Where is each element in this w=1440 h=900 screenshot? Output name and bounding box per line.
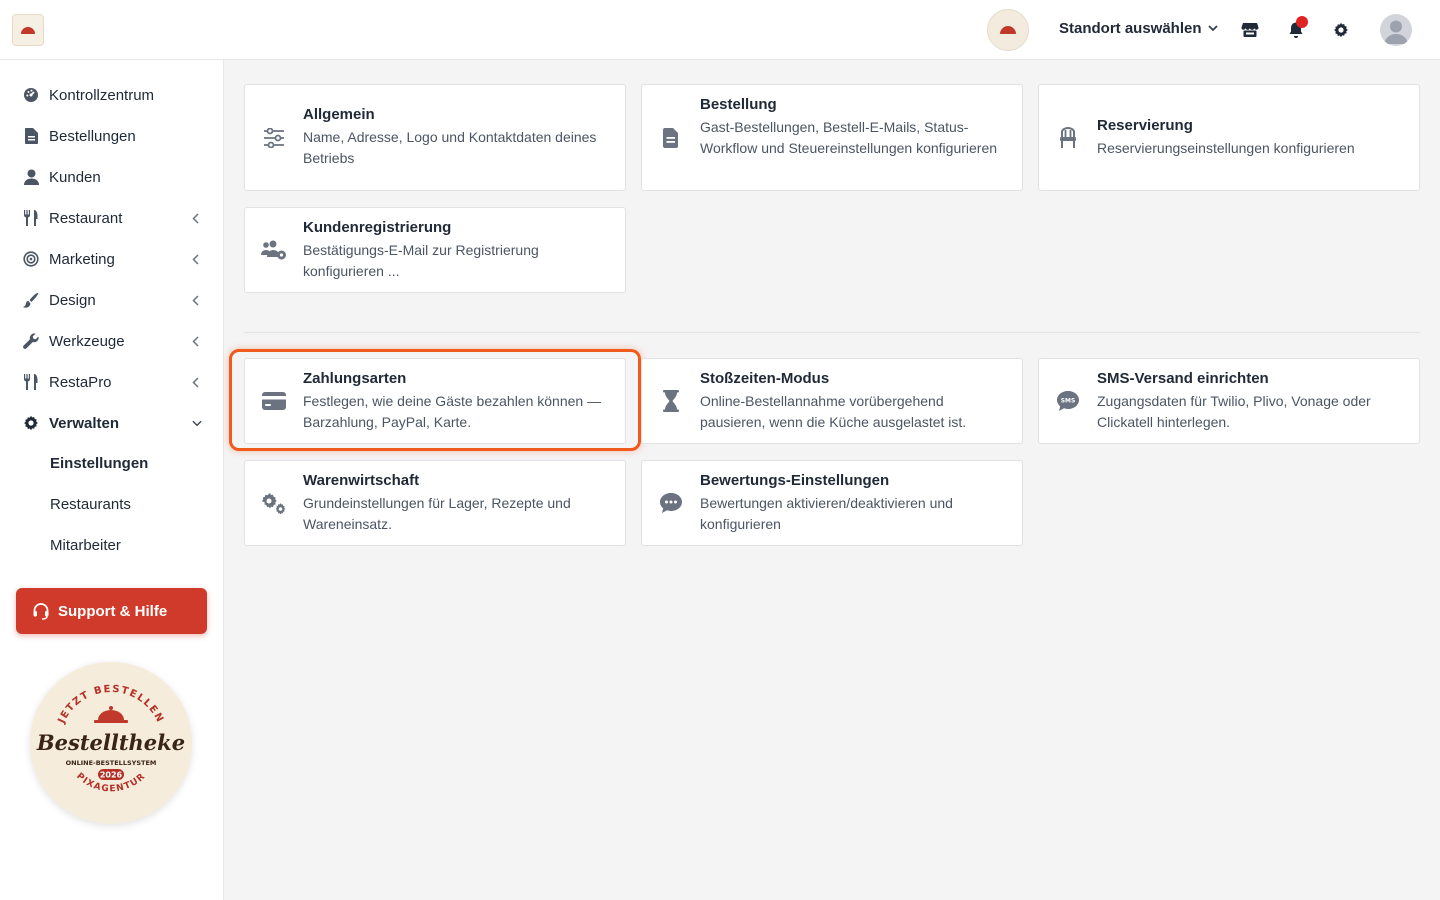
sidebar-item-label: Marketing — [49, 250, 115, 268]
sidebar-item-kontrollzentrum[interactable]: Kontrollzentrum — [0, 77, 224, 113]
headset-icon — [32, 602, 50, 620]
card-title: Allgemein — [303, 106, 375, 123]
sidebar-item-label: RestaPro — [49, 373, 112, 391]
notification-dot — [1296, 16, 1308, 28]
card-description: Bewertungen aktivieren/deaktivieren und … — [700, 495, 953, 532]
brush-icon — [22, 291, 40, 309]
target-icon — [22, 250, 40, 268]
card-title: Zahlungsarten — [303, 370, 407, 387]
card-description: Reservierungseinstellungen konfigurieren — [1097, 140, 1355, 156]
sidebar-item-marketing[interactable]: Marketing — [0, 241, 224, 277]
cutlery-icon — [22, 209, 40, 227]
card-description: Online-Bestellannahme vorübergehend paus… — [700, 393, 967, 430]
svg-text:SMS: SMS — [1061, 398, 1076, 405]
location-select-label: Standort auswählen — [1059, 20, 1202, 37]
chevron-down-icon — [1207, 23, 1218, 35]
chevron-left-icon — [190, 211, 200, 225]
settings-card-stosszeiten-modus[interactable]: Stoßzeiten-Modus Online-Bestellannahme v… — [641, 358, 1023, 444]
brand-badge-logo: JETZT BESTELLEN Bestelltheke ONLINE-BEST… — [30, 662, 192, 824]
store-icon[interactable] — [1240, 20, 1260, 40]
top-bar: Standort auswählen — [0, 0, 1440, 60]
card-title: SMS-Versand einrichten — [1097, 370, 1269, 387]
sidebar-subitem-label: Mitarbeiter — [50, 537, 121, 554]
support-button[interactable]: Support & Hilfe — [16, 588, 207, 634]
card-description: Bestätigungs-E-Mail zur Registrierung ko… — [303, 242, 539, 279]
section-divider — [244, 332, 1420, 333]
sms-icon: SMS — [1055, 388, 1081, 414]
settings-card-allgemein[interactable]: Allgemein Name, Adresse, Logo und Kontak… — [244, 84, 626, 191]
support-button-label: Support & Hilfe — [58, 602, 168, 620]
card-description: Name, Adresse, Logo und Kontaktdaten dei… — [303, 129, 597, 166]
sidebar-subitem-mitarbeiter[interactable]: Mitarbeiter — [0, 528, 224, 564]
card-description: Gast-Bestellungen, Bestell-E-Mails, Stat… — [700, 119, 998, 156]
gear-icon — [22, 414, 40, 432]
badge-brand: Bestelltheke — [36, 730, 185, 755]
comment-icon — [658, 490, 684, 516]
chevron-down-icon — [192, 416, 202, 430]
card-description: Zugangsdaten für Twilio, Plivo, Vonage o… — [1097, 393, 1371, 430]
card-description: Grundeinstellungen für Lager, Rezepte un… — [303, 495, 571, 532]
dashboard-icon — [22, 86, 40, 104]
card-title: Warenwirtschaft — [303, 472, 420, 489]
gear-icon[interactable] — [1331, 20, 1351, 40]
sidebar-item-label: Kunden — [49, 168, 101, 186]
sidebar-item-label: Werkzeuge — [49, 332, 125, 350]
chevron-left-icon — [190, 375, 200, 389]
sidebar-item-label: Design — [49, 291, 96, 309]
settings-card-bestellung[interactable]: Bestellung Gast-Bestellungen, Bestell-E-… — [641, 84, 1023, 191]
user-avatar-icon[interactable] — [1380, 14, 1412, 46]
sidebar-item-label: Kontrollzentrum — [49, 86, 155, 104]
hourglass-icon — [658, 388, 684, 414]
cutlery-icon — [22, 373, 40, 391]
card-title: Reservierung — [1097, 117, 1193, 134]
document-icon — [658, 125, 684, 151]
settings-card-bewertungs-einstellungen[interactable]: Bewertungs-Einstellungen Bewertungen akt… — [641, 460, 1023, 546]
chevron-left-icon — [190, 293, 200, 307]
chevron-left-icon — [190, 334, 200, 348]
wrench-icon — [22, 332, 40, 350]
sidebar-item-werkzeuge[interactable]: Werkzeuge — [0, 323, 224, 359]
badge-tagline: ONLINE-BESTELLSYSTEM — [66, 759, 157, 767]
card-title: Bewertungs-Einstellungen — [700, 472, 890, 489]
sidebar-subitem-label: Restaurants — [50, 496, 131, 513]
sidebar-item-label: Bestellungen — [49, 127, 136, 145]
location-avatar[interactable] — [987, 9, 1029, 51]
settings-card-sms-versand[interactable]: SMS SMS-Versand einrichten Zugangsdaten … — [1038, 358, 1420, 444]
settings-card-reservierung[interactable]: Reservierung Reservierungseinstellungen … — [1038, 84, 1420, 191]
gears-icon — [261, 490, 287, 516]
location-select[interactable]: Standort auswählen — [1059, 20, 1218, 37]
sidebar-subitem-label: Einstellungen — [50, 455, 149, 472]
card-title: Stoßzeiten-Modus — [700, 370, 830, 387]
user-icon — [22, 168, 40, 186]
sidebar-item-label: Verwalten — [49, 414, 120, 432]
users-gear-icon — [261, 237, 287, 263]
badge-year: 2026 — [100, 771, 123, 780]
sidebar-item-verwalten[interactable]: Verwalten — [0, 405, 224, 441]
sliders-icon — [261, 125, 287, 151]
document-icon — [22, 127, 40, 145]
sidebar-item-label: Restaurant — [49, 209, 123, 227]
chair-icon — [1055, 125, 1081, 151]
settings-card-kundenregistrierung[interactable]: Kundenregistrierung Bestätigungs-E-Mail … — [244, 207, 626, 293]
sidebar-item-bestellungen[interactable]: Bestellungen — [0, 118, 224, 154]
sidebar-subitem-einstellungen[interactable]: Einstellungen — [0, 446, 224, 482]
sidebar: Kontrollzentrum Bestellungen Kunden Rest… — [0, 60, 224, 900]
chevron-left-icon — [190, 252, 200, 266]
credit-card-icon — [261, 388, 287, 414]
card-description: Festlegen, wie deine Gäste bezahlen könn… — [303, 393, 602, 430]
card-title: Kundenregistrierung — [303, 219, 452, 236]
settings-card-zahlungsarten[interactable]: Zahlungsarten Festlegen, wie deine Gäste… — [244, 358, 626, 444]
app-logo[interactable] — [12, 14, 44, 46]
settings-card-warenwirtschaft[interactable]: Warenwirtschaft Grundeinstellungen für L… — [244, 460, 626, 546]
sidebar-item-kunden[interactable]: Kunden — [0, 159, 224, 195]
card-title: Bestellung — [700, 96, 777, 113]
sidebar-subitem-restaurants[interactable]: Restaurants — [0, 487, 224, 523]
sidebar-item-restaurant[interactable]: Restaurant — [0, 200, 224, 236]
sidebar-item-design[interactable]: Design — [0, 282, 224, 318]
sidebar-item-restapro[interactable]: RestaPro — [0, 364, 224, 400]
